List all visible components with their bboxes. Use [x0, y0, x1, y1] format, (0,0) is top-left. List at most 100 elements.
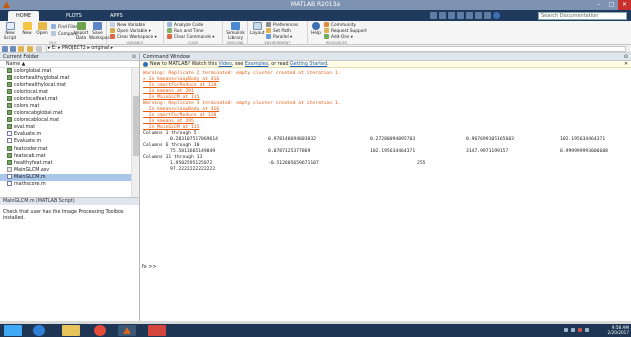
- list-item[interactable]: featcoder.mat: [0, 145, 131, 153]
- redo-icon[interactable]: [475, 12, 482, 19]
- file-name: healthyfeat.mat: [14, 160, 53, 166]
- close-notice-icon[interactable]: ✕: [624, 61, 628, 68]
- network-icon[interactable]: [571, 328, 575, 332]
- list-item[interactable]: colors.mat: [0, 103, 131, 110]
- scrollbar-thumb[interactable]: [133, 96, 139, 156]
- tab-plots[interactable]: PLOTS: [58, 11, 90, 21]
- command-window-title: Command Window: [143, 54, 191, 60]
- list-item[interactable]: colorlocal.mat: [0, 89, 131, 96]
- list-item[interactable]: colorlocalfeat.mat: [0, 96, 131, 103]
- file-explorer-icon[interactable]: [62, 325, 80, 336]
- output-value: 0.967699105165603: [466, 137, 514, 142]
- run-and-time-icon: [167, 28, 172, 33]
- list-item[interactable]: Evaluate.m: [0, 138, 131, 145]
- close-button[interactable]: ✕: [618, 0, 631, 10]
- command-prompt[interactable]: fx >>: [142, 264, 157, 270]
- switch-windows-icon[interactable]: [484, 12, 491, 19]
- tab-home[interactable]: HOME: [8, 11, 40, 21]
- list-item[interactable]: colorscabglobal.mat: [0, 110, 131, 117]
- paste-icon[interactable]: [457, 12, 464, 19]
- stack-link[interactable]: In MainGLCM at 115: [143, 125, 200, 131]
- community-icon: [324, 22, 329, 27]
- save-workspace-button[interactable]: Save Workspace: [89, 22, 113, 41]
- stack-link[interactable]: In smartForReduce at 128: [143, 83, 217, 89]
- columns-header: Columns 6 through 10: [143, 143, 200, 148]
- console-output[interactable]: Warning: Replicate 2 terminated: empty c…: [140, 68, 631, 268]
- list-item-selected[interactable]: MainGLCM.m: [0, 173, 131, 181]
- mat-file-icon: [7, 89, 12, 95]
- output-value: 102.195634464371: [560, 137, 606, 142]
- up-folder-icon[interactable]: [18, 46, 24, 52]
- examples-link[interactable]: Examples: [245, 62, 268, 67]
- list-item[interactable]: healthyfeat.mat: [0, 159, 131, 167]
- list-item[interactable]: colorhealthylocal.mat: [0, 82, 131, 89]
- list-item[interactable]: Evaluate.m: [0, 131, 131, 138]
- breadcrumb[interactable]: ▸ E: ▸ PROJECT2 ▸ original ▸: [48, 45, 113, 53]
- list-item[interactable]: colorscablocal.mat: [0, 117, 131, 124]
- tray-clock[interactable]: 9:58 AM 2/20/2017: [608, 325, 629, 335]
- clear-commands-button[interactable]: Clear Commands ▾: [167, 34, 214, 40]
- maximize-button[interactable]: □: [605, 0, 618, 10]
- copy-icon[interactable]: [448, 12, 455, 19]
- undo-icon[interactable]: [466, 12, 473, 19]
- clear-workspace-button[interactable]: Clear Workspace ▾: [110, 34, 157, 40]
- flag-icon[interactable]: [578, 328, 582, 332]
- search-documentation-input[interactable]: Search Documentation: [538, 12, 627, 20]
- save-icon[interactable]: [430, 12, 437, 19]
- address-bar: ▸ E: ▸ PROJECT2 ▸ original ▸: [0, 45, 631, 53]
- path-field[interactable]: [46, 46, 626, 52]
- stack-link[interactable]: In smartForReduce at 128: [143, 113, 217, 119]
- open-button[interactable]: Open: [35, 22, 49, 36]
- list-item[interactable]: MainGLCM.asv: [0, 166, 131, 174]
- back-icon[interactable]: [2, 46, 8, 52]
- layout-button[interactable]: Layout: [250, 22, 265, 36]
- stack-link[interactable]: In kmeans at 291: [143, 89, 194, 95]
- stack-link[interactable]: > In kmeans>loopBody at 416: [143, 77, 219, 83]
- internet-explorer-icon[interactable]: [33, 325, 45, 336]
- chrome-icon[interactable]: [94, 325, 106, 336]
- browse-folder-icon[interactable]: [27, 46, 33, 52]
- output-value: 75.5813665149849: [170, 149, 216, 154]
- stack-link[interactable]: In MainGLCM at 115: [143, 95, 200, 101]
- output-value: -0.512605659671187: [268, 161, 319, 166]
- list-item[interactable]: eval.mat: [0, 124, 131, 131]
- parallel-button[interactable]: Parallel ▾: [266, 34, 292, 40]
- list-item[interactable]: colorhealthyglobal.mat: [0, 75, 131, 82]
- file-name: Evaluate.m: [14, 132, 42, 138]
- output-value: 0.27280094095783: [370, 137, 416, 142]
- simulink-library-button[interactable]: Simulink Library: [226, 22, 245, 41]
- file-list-scrollbar[interactable]: [131, 68, 139, 197]
- start-icon[interactable]: [4, 325, 22, 336]
- tray-arrow-icon[interactable]: [564, 328, 568, 332]
- stack-link[interactable]: In kmeans at 295: [143, 119, 194, 125]
- help-icon[interactable]: [493, 12, 500, 19]
- matlab-taskbar-icon[interactable]: [118, 325, 136, 336]
- add-ons-button[interactable]: Add-Ons ▾: [324, 34, 353, 40]
- new-script-button[interactable]: New Script: [2, 22, 18, 41]
- save-workspace-icon: [93, 22, 102, 30]
- folder-history-icon[interactable]: [36, 46, 42, 52]
- clear-commands-icon: [167, 34, 172, 39]
- forward-icon[interactable]: [10, 46, 16, 52]
- file-name: colorlocal.mat: [14, 90, 49, 96]
- minimize-button[interactable]: –: [592, 0, 605, 10]
- volume-icon[interactable]: [585, 328, 589, 332]
- list-item[interactable]: mathscore.m: [0, 180, 131, 188]
- getting-started-link[interactable]: Getting Started: [290, 62, 327, 67]
- panel-actions-icon[interactable]: ⊙: [132, 53, 136, 61]
- details-header[interactable]: MainGLCM.m (MATLAB Script): [0, 197, 139, 205]
- import-data-button[interactable]: Import Data: [74, 22, 88, 41]
- media-app-icon[interactable]: [148, 325, 166, 336]
- windows-taskbar: 9:58 AM 2/20/2017: [0, 324, 631, 337]
- panel-actions-icon[interactable]: ⊙: [624, 53, 628, 61]
- stack-link[interactable]: In kmeans>loopBody at 416: [143, 107, 220, 113]
- new-button[interactable]: New: [20, 22, 34, 36]
- tab-apps[interactable]: APPS: [102, 11, 131, 21]
- name-column-header[interactable]: Name ▲: [0, 61, 139, 68]
- file-name: colorscabglobal.mat: [14, 111, 63, 117]
- help-button[interactable]: Help: [310, 22, 322, 36]
- cut-icon[interactable]: [439, 12, 446, 19]
- video-link[interactable]: Video: [218, 62, 231, 67]
- list-item[interactable]: featscab.mat: [0, 152, 131, 160]
- list-item[interactable]: colorglobal.mat: [0, 68, 131, 75]
